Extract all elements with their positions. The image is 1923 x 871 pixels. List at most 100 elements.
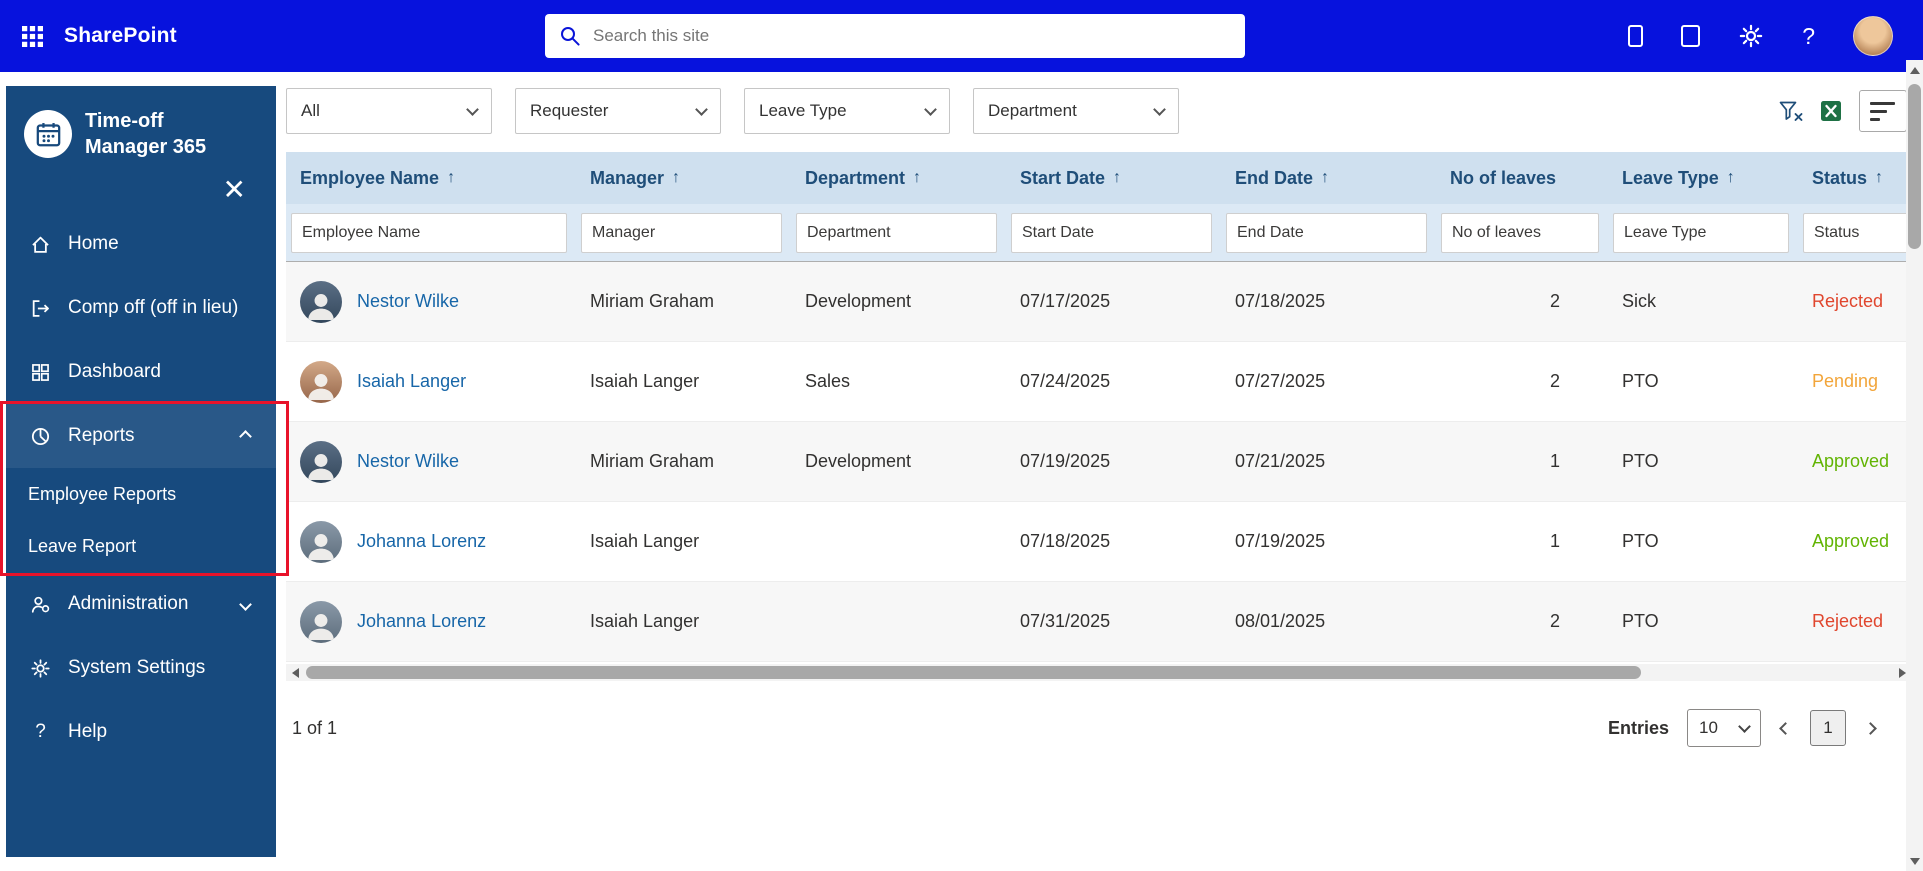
sidebar-item-label: Reports (68, 425, 135, 447)
sidebar-item-label: Comp off (off in lieu) (68, 297, 238, 319)
employee-link[interactable]: Nestor Wilke (357, 451, 459, 472)
account-avatar[interactable] (1853, 16, 1893, 56)
entries-per-page-select[interactable]: 10 (1687, 709, 1761, 747)
status-cell: Rejected (1798, 611, 1911, 632)
dropdown-value: All (301, 101, 320, 121)
prev-page-icon[interactable] (1779, 724, 1792, 733)
view-dropdown[interactable]: All (286, 88, 492, 134)
avatar (300, 361, 342, 403)
col-header-end-date[interactable]: End Date↑ (1221, 168, 1436, 189)
department-dropdown[interactable]: Department (973, 88, 1179, 134)
scrollbar-track[interactable] (304, 664, 1893, 681)
sidebar-item-home[interactable]: Home (6, 212, 276, 276)
col-header-department[interactable]: Department↑ (791, 168, 1006, 189)
leaves-cell: 2 (1436, 611, 1608, 632)
scroll-left-icon[interactable] (286, 664, 304, 681)
horizontal-scrollbar[interactable] (286, 664, 1911, 681)
leaves-cell: 2 (1436, 291, 1608, 312)
col-header-status[interactable]: Status↑ (1798, 168, 1911, 189)
scroll-down-icon[interactable] (1906, 853, 1923, 869)
status-cell: Rejected (1798, 291, 1911, 312)
employee-link[interactable]: Johanna Lorenz (357, 611, 486, 632)
sidebar-item-help[interactable]: ? Help (6, 700, 276, 764)
suite-topbar: SharePoint ? (0, 0, 1923, 72)
leaves-cell: 1 (1436, 451, 1608, 472)
sidebar-item-employee-reports[interactable]: Employee Reports (6, 468, 276, 520)
employee-cell: Johanna Lorenz (286, 601, 576, 643)
sidebar-item-leave-report[interactable]: Leave Report (6, 520, 276, 572)
employee-link[interactable]: Isaiah Langer (357, 371, 466, 392)
column-options-button[interactable] (1859, 90, 1907, 132)
sort-asc-icon: ↑ (1321, 169, 1329, 187)
sort-asc-icon: ↑ (1113, 169, 1121, 187)
department-cell: Sales (791, 371, 1006, 392)
search-input[interactable] (593, 26, 1231, 46)
leave-type-cell: PTO (1608, 611, 1798, 632)
filter-input-leave-type[interactable] (1613, 213, 1789, 253)
sort-asc-icon: ↑ (672, 169, 680, 187)
vertical-scrollbar[interactable] (1906, 60, 1923, 871)
requester-dropdown[interactable]: Requester (515, 88, 721, 134)
table-row[interactable]: Johanna Lorenz Isaiah Langer 07/31/2025 … (286, 582, 1911, 662)
sidebar-item-dashboard[interactable]: Dashboard (6, 340, 276, 404)
table-row[interactable]: Isaiah Langer Isaiah Langer Sales 07/24/… (286, 342, 1911, 422)
filter-input-department[interactable] (796, 213, 997, 253)
tablet-device-icon[interactable] (1681, 25, 1700, 47)
leave-type-cell: Sick (1608, 291, 1798, 312)
employee-cell: Isaiah Langer (286, 361, 576, 403)
col-header-leave-type[interactable]: Leave Type↑ (1608, 168, 1798, 189)
employee-link[interactable]: Johanna Lorenz (357, 531, 486, 552)
sidebar-item-administration[interactable]: Administration (6, 572, 276, 636)
help-icon[interactable]: ? (1802, 23, 1815, 50)
main-content: All Requester Leave Type Department (276, 86, 1923, 857)
end-date-cell: 07/27/2025 (1221, 371, 1436, 392)
table-row[interactable]: Nestor Wilke Miriam Graham Development 0… (286, 262, 1911, 342)
sidebar-item-comp-off[interactable]: Comp off (off in lieu) (6, 276, 276, 340)
sidebar-item-label: Dashboard (68, 361, 161, 383)
settings-gear-icon[interactable] (1738, 23, 1764, 49)
clear-filter-icon[interactable] (1779, 101, 1803, 122)
page-number-button[interactable]: 1 (1810, 710, 1846, 746)
department-cell: Development (791, 291, 1006, 312)
filter-input-employee-name[interactable] (291, 213, 567, 253)
close-menu-icon[interactable]: ✕ (223, 176, 246, 204)
filter-input-status[interactable] (1803, 213, 1911, 253)
table-row[interactable]: Nestor Wilke Miriam Graham Development 0… (286, 422, 1911, 502)
start-date-cell: 07/17/2025 (1006, 291, 1221, 312)
scrollbar-thumb[interactable] (1908, 84, 1921, 249)
table-row[interactable]: Johanna Lorenz Isaiah Langer 07/18/2025 … (286, 502, 1911, 582)
filter-input-manager[interactable] (581, 213, 782, 253)
leaves-cell: 2 (1436, 371, 1608, 392)
leave-type-dropdown[interactable]: Leave Type (744, 88, 950, 134)
sidebar-item-system-settings[interactable]: System Settings (6, 636, 276, 700)
end-date-cell: 07/19/2025 (1221, 531, 1436, 552)
export-excel-icon[interactable] (1820, 100, 1842, 122)
status-cell: Pending (1798, 371, 1911, 392)
manager-cell: Miriam Graham (576, 451, 791, 472)
scroll-up-icon[interactable] (1906, 62, 1923, 78)
sharepoint-brand[interactable]: SharePoint (64, 24, 177, 48)
entries-label: Entries (1608, 718, 1669, 739)
next-page-icon[interactable] (1864, 724, 1877, 733)
filter-input-end-date[interactable] (1226, 213, 1427, 253)
filter-input-start-date[interactable] (1011, 213, 1212, 253)
avatar (300, 521, 342, 563)
entries-value: 10 (1699, 718, 1718, 738)
leave-report-table: Employee Name↑ Manager↑ Department↑ Star… (286, 152, 1911, 662)
employee-link[interactable]: Nestor Wilke (357, 291, 459, 312)
manager-cell: Isaiah Langer (576, 371, 791, 392)
col-header-employee-name[interactable]: Employee Name↑ (286, 168, 576, 189)
mobile-device-icon[interactable] (1628, 25, 1643, 47)
employee-cell: Nestor Wilke (286, 441, 576, 483)
app-launcher-icon[interactable] (0, 0, 64, 72)
col-header-start-date[interactable]: Start Date↑ (1006, 168, 1221, 189)
filter-input-no-of-leaves[interactable] (1441, 213, 1599, 253)
col-header-manager[interactable]: Manager↑ (576, 168, 791, 189)
scrollbar-thumb[interactable] (306, 666, 1641, 679)
sidebar-item-reports[interactable]: Reports (6, 404, 276, 468)
search-box (545, 14, 1245, 58)
chevron-down-icon (1738, 720, 1751, 733)
sidebar-item-label: Home (68, 233, 119, 255)
col-header-no-of-leaves[interactable]: No of leaves (1436, 168, 1608, 189)
sort-asc-icon: ↑ (1875, 169, 1883, 187)
